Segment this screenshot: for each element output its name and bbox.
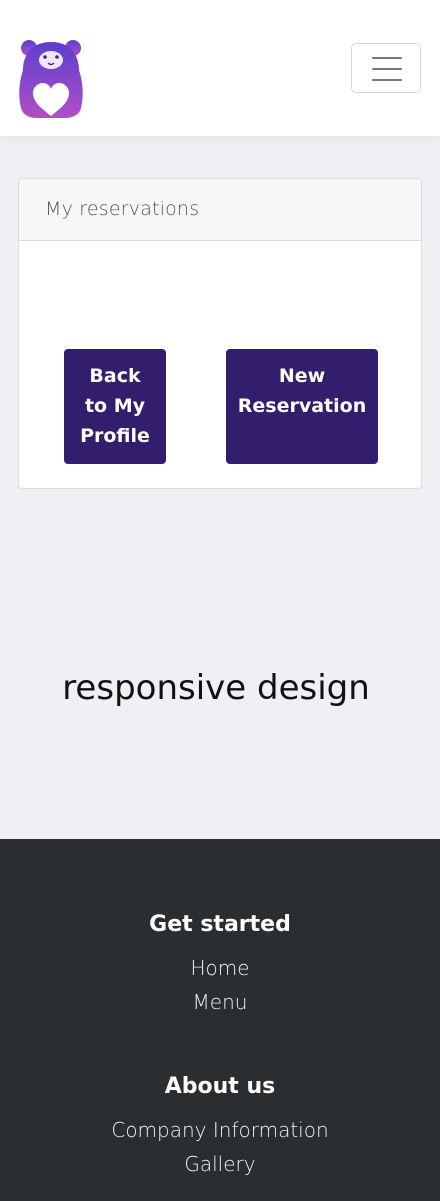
footer: Get started Home Menu About us Company I… — [0, 839, 440, 1201]
button-label-line: Reservation — [237, 395, 367, 417]
reservations-card: My reservations Back to My Profile New R… — [18, 178, 422, 489]
hamburger-icon-bar — [372, 79, 402, 81]
bear-logo-icon[interactable] — [17, 38, 85, 120]
back-to-profile-button[interactable]: Back to My Profile — [64, 349, 166, 464]
button-label-line: to My — [84, 395, 146, 417]
menu-toggle-button[interactable] — [351, 43, 421, 93]
new-reservation-button[interactable]: New Reservation — [226, 349, 378, 464]
footer-link-gallery[interactable]: Gallery — [0, 1152, 440, 1176]
navbar — [0, 0, 440, 136]
footer-heading-about-us: About us — [164, 1074, 276, 1099]
footer-heading-get-started: Get started — [149, 912, 291, 937]
button-label-line: Profile — [80, 425, 150, 447]
button-label-line: Back — [89, 365, 141, 387]
card-title: My reservations — [19, 179, 421, 241]
bear-logo-svg — [19, 40, 83, 118]
hamburger-icon-bar — [372, 68, 402, 70]
button-label-line: New — [278, 365, 326, 387]
tagline-text: responsive design — [62, 668, 370, 708]
footer-link-menu[interactable]: Menu — [0, 990, 440, 1014]
footer-link-home[interactable]: Home — [0, 956, 440, 980]
footer-link-company-information[interactable]: Company Information — [0, 1118, 440, 1142]
hamburger-icon — [372, 57, 402, 59]
